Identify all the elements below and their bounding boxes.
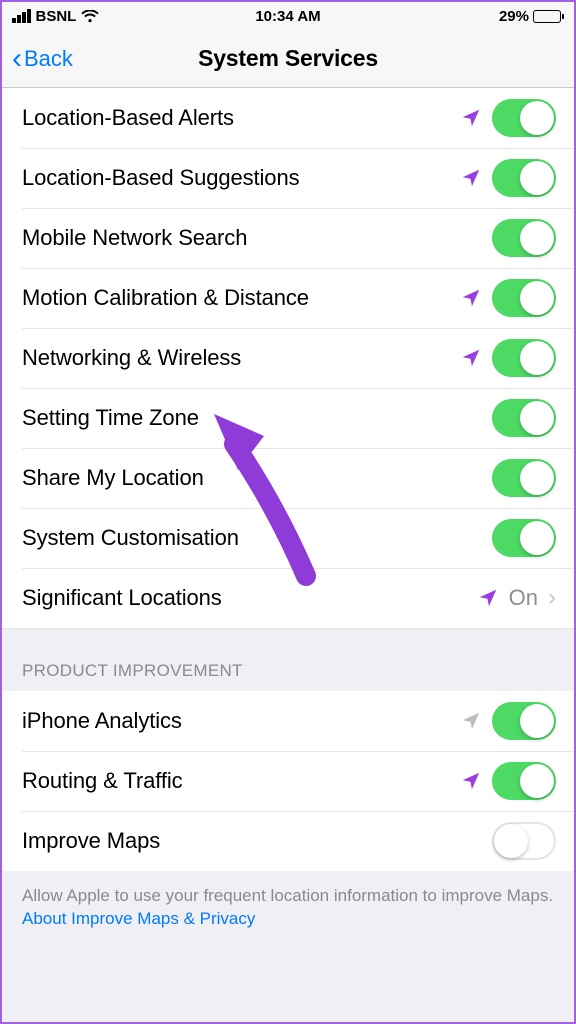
row-label: Setting Time Zone: [22, 405, 492, 431]
location-arrow-icon: [460, 710, 482, 732]
back-button[interactable]: ‹ Back: [12, 44, 73, 74]
section-header: PRODUCT IMPROVEMENT: [2, 629, 574, 691]
toggle-switch[interactable]: [492, 519, 556, 557]
toggle-switch[interactable]: [492, 702, 556, 740]
row-accessories: [492, 519, 556, 557]
settings-row: Networking & Wireless: [2, 328, 574, 388]
settings-group: iPhone Analytics Routing & Traffic Improve…: [2, 691, 574, 871]
toggle-switch[interactable]: [492, 459, 556, 497]
toggle-switch[interactable]: [492, 99, 556, 137]
toggle-switch[interactable]: [492, 339, 556, 377]
settings-row: Setting Time Zone: [2, 388, 574, 448]
settings-row: iPhone Analytics: [2, 691, 574, 751]
row-label: Routing & Traffic: [22, 768, 460, 794]
footer-link[interactable]: About Improve Maps & Privacy: [22, 909, 255, 928]
location-arrow-icon: [460, 770, 482, 792]
row-label: Improve Maps: [22, 828, 492, 854]
status-time: 10:34 AM: [255, 8, 320, 25]
location-arrow-icon: [460, 107, 482, 129]
status-bar: BSNL 10:34 AM 29%: [2, 2, 574, 30]
settings-row: Improve Maps: [2, 811, 574, 871]
settings-row: Location-Based Alerts: [2, 88, 574, 148]
back-label: Back: [24, 46, 73, 72]
chevron-right-icon: ›: [548, 584, 556, 612]
settings-row: Share My Location: [2, 448, 574, 508]
settings-row: Routing & Traffic: [2, 751, 574, 811]
settings-row: Location-Based Suggestions: [2, 148, 574, 208]
row-accessories: [460, 702, 556, 740]
toggle-switch[interactable]: [492, 399, 556, 437]
row-accessories: [460, 762, 556, 800]
row-label: Significant Locations: [22, 585, 477, 611]
location-arrow-icon: [460, 347, 482, 369]
carrier-label: BSNL: [36, 8, 77, 25]
toggle-switch[interactable]: [492, 822, 556, 860]
row-accessories: On ›: [477, 584, 556, 612]
battery-icon: [533, 10, 564, 23]
row-accessories: [460, 99, 556, 137]
toggle-switch[interactable]: [492, 762, 556, 800]
toggle-switch[interactable]: [492, 279, 556, 317]
row-accessories: [460, 279, 556, 317]
wifi-icon: [81, 10, 99, 23]
row-accessories: [492, 459, 556, 497]
settings-row: System Customisation: [2, 508, 574, 568]
row-accessories: [492, 822, 556, 860]
footer-text: Allow Apple to use your frequent locatio…: [2, 871, 574, 931]
location-arrow-icon: [460, 287, 482, 309]
row-accessories: [460, 339, 556, 377]
toggle-switch[interactable]: [492, 219, 556, 257]
toggle-switch[interactable]: [492, 159, 556, 197]
row-label: Share My Location: [22, 465, 492, 491]
location-arrow-icon: [460, 167, 482, 189]
settings-row[interactable]: Significant Locations On ›: [2, 568, 574, 628]
row-accessories: [492, 219, 556, 257]
row-label: Mobile Network Search: [22, 225, 492, 251]
settings-row: Mobile Network Search: [2, 208, 574, 268]
chevron-left-icon: ‹: [12, 44, 22, 74]
row-label: Location-Based Suggestions: [22, 165, 460, 191]
page-title: System Services: [198, 45, 378, 72]
row-accessories: [492, 399, 556, 437]
settings-group: Location-Based Alerts Location-Based Sugg…: [2, 88, 574, 629]
row-label: Motion Calibration & Distance: [22, 285, 460, 311]
row-value: On: [509, 585, 538, 611]
row-label: System Customisation: [22, 525, 492, 551]
row-label: Location-Based Alerts: [22, 105, 460, 131]
settings-row: Motion Calibration & Distance: [2, 268, 574, 328]
row-label: Networking & Wireless: [22, 345, 460, 371]
row-accessories: [460, 159, 556, 197]
row-label: iPhone Analytics: [22, 708, 460, 734]
settings-content: Location-Based Alerts Location-Based Sugg…: [2, 88, 574, 1022]
battery-percentage: 29%: [499, 8, 529, 25]
location-arrow-icon: [477, 587, 499, 609]
nav-bar: ‹ Back System Services: [2, 30, 574, 88]
signal-strength-icon: [12, 9, 31, 23]
